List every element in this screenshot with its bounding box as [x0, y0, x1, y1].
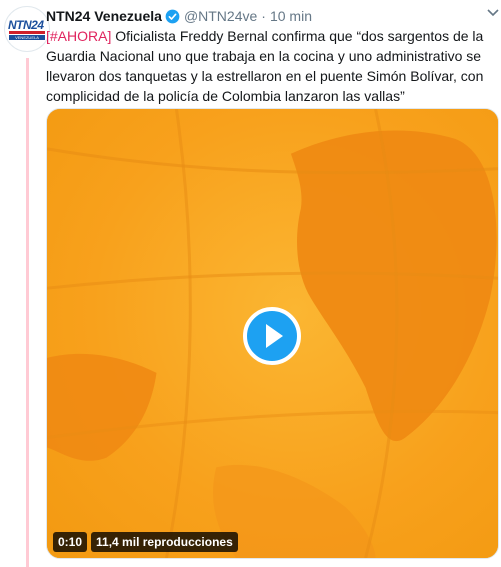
tweet-body: Oficialista Freddy Bernal confirma que “…	[46, 28, 484, 104]
thread-line	[26, 58, 29, 567]
separator-dot: ·	[261, 8, 266, 24]
author-name[interactable]: NTN24 Venezuela	[46, 8, 162, 24]
ntn24-logo: NTN24 VENEZUELA	[8, 18, 46, 40]
tweet-header: NTN24 Venezuela @NTN24ve · 10 min	[46, 7, 312, 25]
verified-icon	[165, 9, 180, 23]
tweet-time[interactable]: 10 min	[270, 8, 312, 24]
avatar[interactable]: NTN24 VENEZUELA	[4, 6, 50, 52]
view-count: 11,4 mil reproducciones	[91, 532, 238, 552]
video-player[interactable]: 0:10 11,4 mil reproducciones	[46, 108, 499, 559]
tweet-text: [#AHORA] Oficialista Freddy Bernal confi…	[46, 26, 496, 106]
hashtag-link[interactable]: [#AHORA]	[46, 28, 111, 44]
logo-stripe	[9, 31, 45, 34]
chevron-down-icon[interactable]	[487, 8, 499, 18]
video-badges: 0:10 11,4 mil reproducciones	[53, 532, 238, 552]
logo-subtitle: VENEZUELA	[9, 35, 45, 40]
author-handle[interactable]: @NTN24ve	[184, 8, 257, 24]
logo-text: NTN24	[8, 18, 44, 32]
play-icon[interactable]	[243, 307, 301, 365]
video-duration: 0:10	[53, 532, 88, 552]
